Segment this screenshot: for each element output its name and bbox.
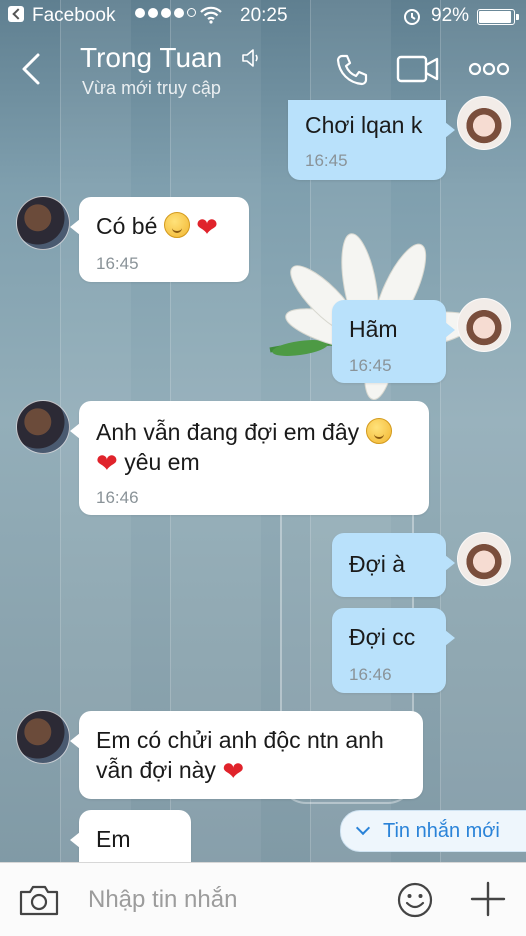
message-bubble-incoming[interactable]: Em có chửi anh độc ntn anh vẫn đợi này ❤ <box>70 711 423 799</box>
message-bubble-outgoing[interactable]: Đợi cc 16:46 <box>332 608 455 693</box>
message-text: Chơi lqan k <box>305 112 423 138</box>
battery-percentage: 92% <box>431 5 470 26</box>
contact-name[interactable]: Trong Tuan <box>80 42 222 74</box>
message-text: vẫn đợi này ❤ <box>96 756 245 786</box>
message-text: Có bé ❤ <box>96 212 218 242</box>
message-time: 16:45 <box>349 356 392 375</box>
more-icon[interactable] <box>468 62 510 76</box>
message-time: 16:45 <box>305 151 348 170</box>
camera-icon[interactable] <box>18 883 60 917</box>
heart-emoji-icon: ❤ <box>96 448 118 478</box>
message-text: Em <box>96 826 131 852</box>
message-time: 16:45 <box>96 254 139 273</box>
chevron-down-icon <box>355 820 371 836</box>
contact-avatar[interactable] <box>16 196 70 250</box>
plus-icon[interactable] <box>470 881 506 917</box>
message-text: Em có chửi anh độc ntn anh <box>96 727 384 753</box>
message-bubble-outgoing[interactable]: Hãm 16:45 <box>332 300 455 383</box>
mute-icon <box>242 49 258 67</box>
alarm-icon <box>404 9 420 25</box>
status-time: 20:25 <box>240 5 288 26</box>
conversation-header: Trong Tuan Vừa mới truy cập <box>0 32 526 104</box>
contact-avatar[interactable] <box>16 400 70 454</box>
message-bubble-incoming[interactable]: Anh vẫn đang đợi em đây ❤ yêu em 16:46 <box>70 401 429 515</box>
message-bubble-outgoing[interactable]: Đợi à <box>332 533 455 597</box>
message-text: Đợi cc <box>349 624 416 650</box>
signal-strength-icon <box>135 8 196 18</box>
video-call-icon[interactable] <box>396 54 440 84</box>
message-text: Đợi à <box>349 551 405 577</box>
status-app-name[interactable]: Facebook <box>32 5 115 27</box>
phone-icon[interactable] <box>334 52 370 88</box>
my-avatar[interactable] <box>457 96 511 150</box>
back-icon[interactable] <box>20 52 42 86</box>
message-text: Anh vẫn đang đợi em đây <box>96 417 392 448</box>
message-input[interactable] <box>86 885 370 915</box>
my-avatar[interactable] <box>457 298 511 352</box>
message-bubble-incoming[interactable]: Có bé ❤ 16:45 <box>70 197 249 282</box>
new-messages-button[interactable]: Tin nhắn mới <box>340 810 526 852</box>
contact-avatar[interactable] <box>16 710 70 764</box>
new-messages-label: Tin nhắn mới <box>383 820 500 842</box>
message-composer <box>0 862 526 936</box>
message-bubble-incoming[interactable]: Em <box>70 810 191 870</box>
message-time: 16:46 <box>96 488 139 507</box>
battery-icon <box>477 9 519 25</box>
message-time: 16:46 <box>349 665 392 684</box>
contact-status: Vừa mới truy cập <box>82 78 221 98</box>
smile-emoji-icon <box>163 212 190 238</box>
heart-emoji-icon: ❤ <box>222 756 245 786</box>
message-text: Hãm <box>349 316 398 342</box>
emoji-icon[interactable] <box>396 881 434 919</box>
smile-emoji-icon <box>365 418 392 444</box>
back-to-app-icon[interactable] <box>8 6 24 22</box>
wifi-icon <box>200 6 222 24</box>
status-bar: Facebook 20:25 92% <box>0 0 526 32</box>
message-bubble-outgoing[interactable]: Chơi lqan k 16:45 <box>288 100 455 180</box>
message-text: ❤ yêu em <box>96 448 200 478</box>
heart-emoji-icon: ❤ <box>196 212 218 242</box>
my-avatar[interactable] <box>457 532 511 586</box>
